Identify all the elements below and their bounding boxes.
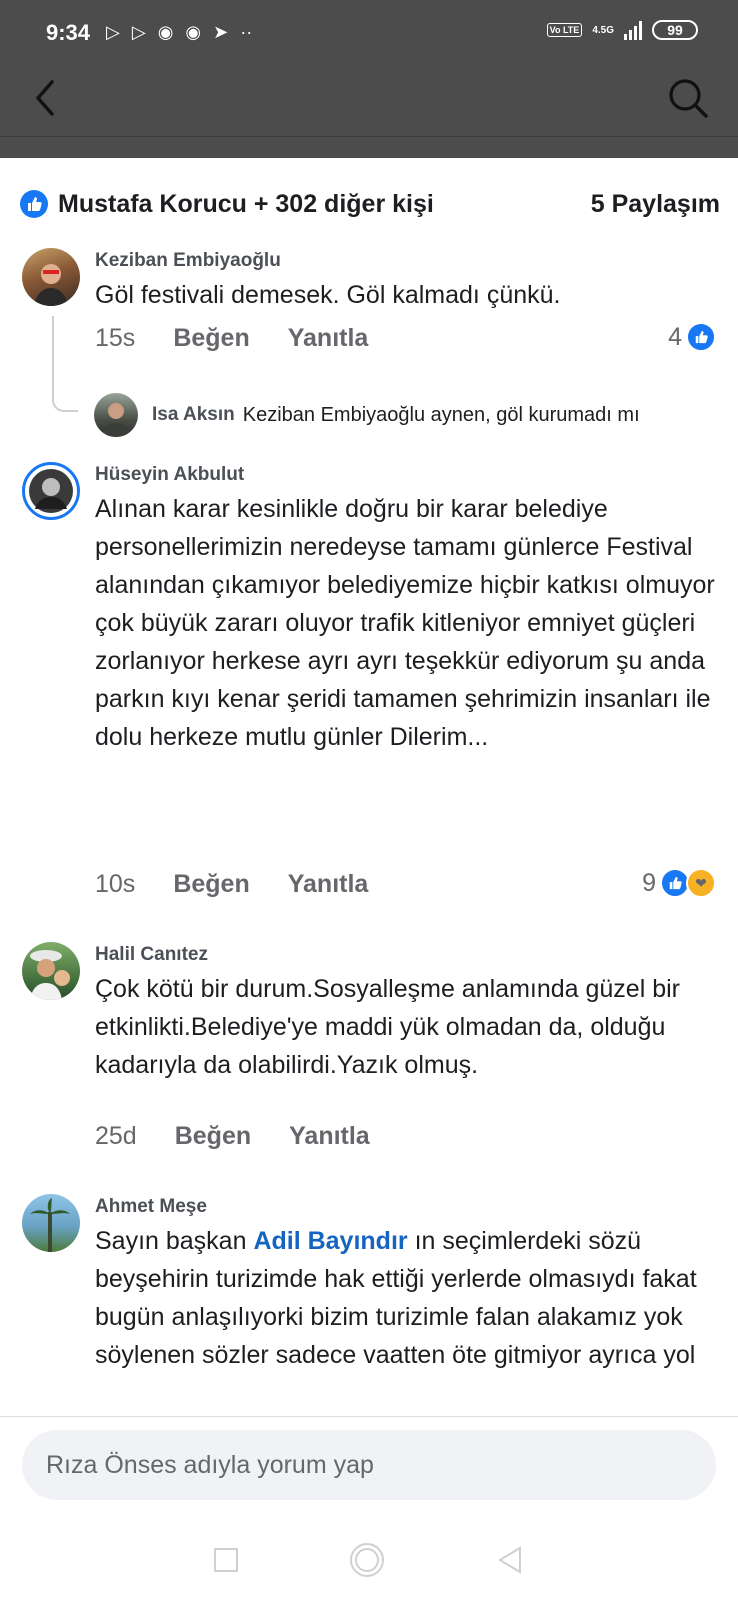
comment-actions: 15s Beğen Yanıtla [95, 324, 368, 353]
chrome-icon: ◉ [157, 22, 174, 42]
telegram-icon: ➤ [213, 22, 229, 42]
shares-count[interactable]: 5 Paylaşım [591, 190, 720, 219]
comment-text-start: Sayın başkan [95, 1227, 254, 1255]
signal-icon [624, 20, 642, 40]
comment-reactions[interactable]: 9 ❤ [642, 868, 716, 898]
comment: Hüseyin Akbulut Alınan karar kesinlikle … [0, 462, 738, 912]
comment-author[interactable]: Ahmet Meşe [95, 1196, 207, 1218]
comment-time: 15s [95, 324, 136, 352]
like-icon [686, 322, 716, 352]
composer-divider [0, 1416, 738, 1417]
home-button[interactable] [350, 1543, 384, 1577]
like-button[interactable]: Beğen [173, 870, 249, 899]
chrome-icon: ◉ [185, 22, 202, 42]
mention-link[interactable]: Adil Bayındır [253, 1227, 407, 1255]
comment-author[interactable]: Hüseyin Akbulut [95, 464, 244, 486]
more-dots-icon: ·· [240, 22, 253, 42]
avatar[interactable] [22, 1194, 80, 1252]
home-icon [355, 1548, 379, 1572]
play-icon: ▷ [131, 22, 146, 42]
reactors-text[interactable]: Mustafa Korucu + 302 diğer kişi [58, 190, 434, 219]
reply-avatar[interactable] [94, 393, 138, 437]
like-button[interactable]: Beğen [173, 324, 249, 353]
reply-button[interactable]: Yanıtla [288, 870, 369, 899]
reply-author[interactable]: Isa Aksın [152, 404, 235, 426]
like-icon [20, 190, 48, 218]
comment-text: Sayın başkan Adil Bayındır ın seçimlerde… [95, 1222, 715, 1374]
avatar[interactable] [22, 942, 80, 1000]
status-bar: 9:34 ▷ ▷ ◉ ◉ ➤ ·· Vo LTE 4.5G 99 [0, 0, 738, 66]
reply-thread-line [52, 316, 78, 412]
search-icon [669, 79, 708, 118]
status-time: 9:34 [46, 20, 91, 45]
comment-actions: 10s Beğen Yanıtla [95, 870, 368, 899]
back-nav-button[interactable] [496, 1545, 524, 1575]
comment-text: Alınan karar kesinlikle doğru bir karar … [95, 495, 715, 751]
reaction-count: 4 [668, 322, 682, 351]
reply-preview[interactable]: Isa Aksın Keziban Embiyaoğlu aynen, göl … [94, 392, 724, 438]
chevron-left-icon [36, 80, 54, 116]
reply-text: Keziban Embiyaoğlu aynen, göl kurumadı m… [242, 403, 640, 426]
comment-input[interactable] [46, 1450, 686, 1480]
notification-icons: ▷ ▷ ◉ ◉ ➤ ·· [106, 20, 252, 44]
comment-time: 25d [95, 1122, 137, 1150]
search-button[interactable] [666, 76, 710, 120]
reply-button[interactable]: Yanıtla [288, 324, 369, 353]
recents-button[interactable] [214, 1548, 238, 1572]
play-icon: ▷ [106, 22, 120, 42]
comment-text: Göl festivali demesek. Göl kalmadı çünkü… [95, 281, 561, 309]
system-status: Vo LTE 4.5G 99 [546, 20, 698, 40]
like-button[interactable]: Beğen [175, 1122, 251, 1151]
app-bar [0, 66, 738, 136]
comment-author[interactable]: Keziban Embiyaoğlu [95, 250, 281, 272]
comment: Ahmet Meşe Sayın başkan Adil Bayındır ın… [0, 1194, 738, 1416]
avatar[interactable] [22, 248, 80, 306]
reaction-summary[interactable]: Mustafa Korucu + 302 diğer kişi 5 Paylaş… [20, 186, 720, 222]
comment: Halil Canıtez Çok kötü bir durum.Sosyall… [0, 942, 738, 1172]
comment-text: Çok kötü bir durum.Sosyalleşme anlamında… [95, 975, 680, 1079]
care-reaction-icon: ❤ [686, 868, 716, 898]
system-nav-bar [0, 1520, 738, 1600]
comment-author[interactable]: Halil Canıtez [95, 944, 208, 966]
reaction-count: 9 [642, 868, 656, 897]
comment-composer[interactable] [22, 1430, 716, 1500]
battery-icon: 99 [652, 20, 698, 40]
back-button[interactable] [26, 78, 66, 118]
network-type: 4.5G [592, 24, 614, 36]
app-bar-divider [0, 136, 738, 158]
comment-time: 10s [95, 870, 136, 898]
reply-button[interactable]: Yanıtla [289, 1122, 370, 1151]
avatar[interactable] [22, 462, 80, 520]
comment-actions: 25d Beğen Yanıtla [95, 1122, 370, 1151]
volte-icon: Vo LTE [546, 23, 583, 37]
comment-reactions[interactable]: 4 [668, 322, 716, 352]
